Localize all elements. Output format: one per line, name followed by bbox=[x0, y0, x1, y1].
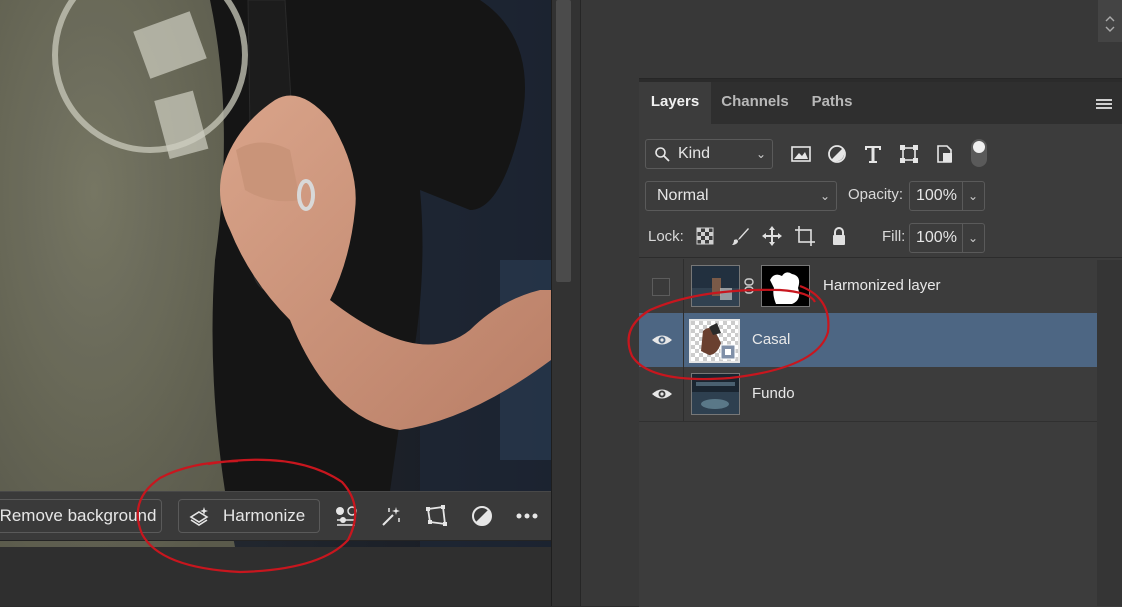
tab-channels[interactable]: Channels bbox=[711, 82, 799, 124]
more-icon[interactable] bbox=[515, 504, 539, 528]
opacity-label: Opacity: bbox=[848, 186, 904, 203]
panel-menu-icon[interactable] bbox=[1096, 98, 1112, 110]
opacity-field[interactable]: 100% ⌄ bbox=[909, 181, 985, 211]
filter-kind-select[interactable]: Kind ⌄ bbox=[645, 139, 773, 169]
filter-toggle-knob bbox=[973, 141, 985, 153]
upper-panel-scrollbar[interactable] bbox=[1098, 0, 1122, 42]
tab-layers[interactable]: Layers bbox=[639, 82, 711, 124]
chevron-down-icon: ⌄ bbox=[755, 147, 766, 161]
layers-scrollbar[interactable] bbox=[1097, 260, 1122, 606]
eye-icon[interactable] bbox=[651, 385, 673, 403]
chevron-down-icon: ⌄ bbox=[967, 189, 978, 203]
blend-mode-value: Normal bbox=[657, 187, 709, 204]
lock-position-icon[interactable] bbox=[761, 225, 783, 247]
lock-image-pixels-icon[interactable] bbox=[730, 226, 750, 246]
tab-paths[interactable]: Paths bbox=[799, 82, 865, 124]
canvas-scroll-thumb[interactable] bbox=[556, 0, 571, 282]
lock-transparent-pixels-icon[interactable] bbox=[695, 226, 715, 246]
filter-kind-label: Kind bbox=[678, 145, 711, 162]
upper-panel bbox=[639, 0, 1122, 79]
opacity-divider bbox=[962, 182, 963, 210]
layer-name[interactable]: Harmonized layer bbox=[823, 259, 941, 313]
search-icon bbox=[655, 147, 670, 162]
adjustment-layer-filter-icon[interactable] bbox=[826, 143, 848, 165]
fill-label: Fill: bbox=[882, 228, 906, 245]
chevron-down-icon: ⌄ bbox=[819, 189, 830, 203]
blend-mode-select[interactable]: Normal ⌄ bbox=[645, 181, 837, 211]
divider bbox=[639, 257, 1122, 258]
fill-divider bbox=[962, 224, 963, 252]
fill-value: 100% bbox=[916, 229, 957, 246]
type-layer-filter-icon[interactable] bbox=[862, 143, 884, 165]
opacity-value: 100% bbox=[916, 187, 957, 204]
scroll-arrows-icon bbox=[1105, 16, 1115, 32]
adjustment-circle-icon[interactable] bbox=[470, 504, 494, 528]
fill-field[interactable]: 100% ⌄ bbox=[909, 223, 985, 253]
transform-icon[interactable] bbox=[424, 504, 448, 528]
magic-wand-icon[interactable] bbox=[379, 504, 403, 528]
pixel-layer-filter-icon[interactable] bbox=[790, 143, 812, 165]
annotation-circle-casal bbox=[627, 284, 830, 381]
shape-layer-filter-icon[interactable] bbox=[898, 143, 920, 165]
annotation-circle-harmonize bbox=[136, 458, 357, 574]
lock-label: Lock: bbox=[648, 228, 684, 245]
filter-toggle[interactable] bbox=[971, 139, 987, 167]
lock-artboard-icon[interactable] bbox=[794, 225, 816, 247]
panel-tabs: Layers Channels Paths bbox=[639, 82, 1122, 124]
chevron-down-icon: ⌄ bbox=[967, 231, 978, 245]
smart-object-filter-icon[interactable] bbox=[934, 143, 956, 165]
lock-all-icon[interactable] bbox=[828, 225, 850, 247]
